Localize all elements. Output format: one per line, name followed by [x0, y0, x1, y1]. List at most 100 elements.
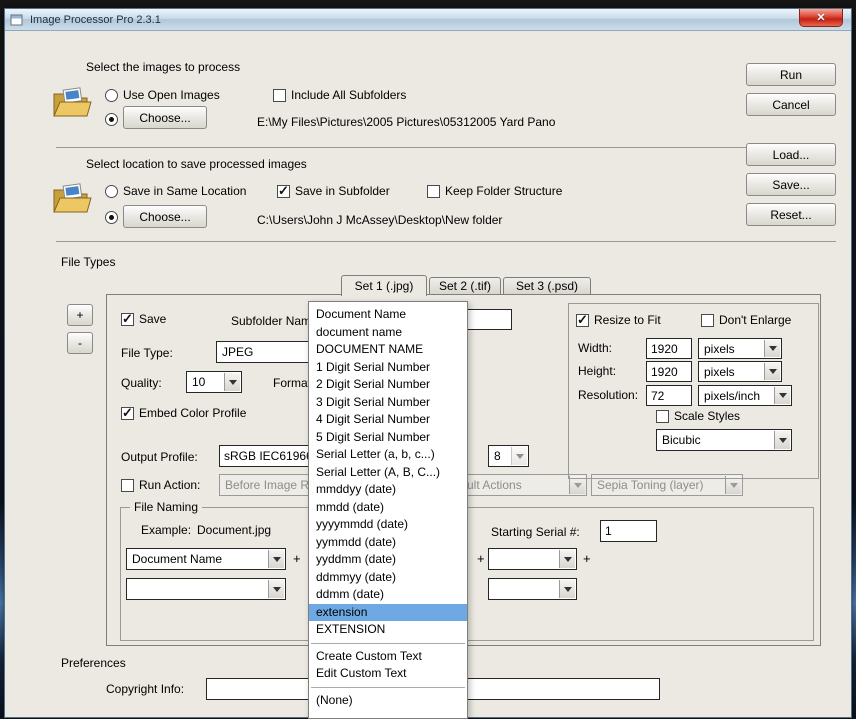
chevron-down-icon[interactable]: [774, 431, 790, 449]
cancel-button[interactable]: Cancel: [746, 93, 836, 116]
tab-set3-psd[interactable]: Set 3 (.psd): [503, 277, 591, 295]
width-label: Width:: [578, 341, 613, 355]
menu-item[interactable]: document name: [309, 324, 467, 342]
resolution-unit-dropdown[interactable]: pixels/inch: [698, 385, 792, 406]
starting-serial-input[interactable]: 1: [600, 520, 657, 542]
naming-plus: +: [293, 551, 301, 566]
menu-item[interactable]: (None): [309, 692, 467, 710]
chevron-down-icon[interactable]: [764, 363, 780, 380]
run-button[interactable]: Run: [746, 63, 836, 86]
save-settings-button[interactable]: Save...: [746, 173, 836, 196]
chevron-down-icon[interactable]: [559, 550, 575, 568]
menu-item[interactable]: yymmdd (date): [309, 534, 467, 552]
naming-plus: +: [477, 551, 485, 566]
copyright-label: Copyright Info:: [106, 682, 185, 696]
save-file-checkbox[interactable]: [121, 311, 134, 327]
height-input[interactable]: 1920: [646, 361, 692, 382]
resolution-input[interactable]: 72: [646, 385, 692, 406]
resolution-unit-value: pixels/inch: [704, 388, 761, 403]
add-set-button[interactable]: +: [67, 304, 93, 326]
chevron-down-icon[interactable]: [268, 580, 284, 598]
width-input[interactable]: 1920: [646, 338, 692, 359]
dont-enlarge-checkbox[interactable]: [701, 314, 714, 327]
menu-separator: [311, 642, 465, 644]
source-heading: Select the images to process: [86, 60, 241, 74]
include-all-subfolders-checkbox[interactable]: [273, 89, 286, 102]
resize-to-fit-label[interactable]: Resize to Fit: [594, 313, 661, 327]
use-open-images-label[interactable]: Use Open Images: [123, 88, 220, 102]
naming-field-3-dropdown[interactable]: [488, 548, 577, 570]
naming-field-1-dropdown[interactable]: Document Name: [126, 548, 286, 570]
naming-field-4-dropdown[interactable]: [126, 578, 286, 600]
keep-folder-structure-label[interactable]: Keep Folder Structure: [445, 184, 562, 198]
scale-styles-checkbox[interactable]: [656, 410, 669, 423]
title-bar[interactable]: Image Processor Pro 2.3.1: [5, 9, 851, 31]
menu-item[interactable]: 5 Digit Serial Number: [309, 429, 467, 447]
dont-enlarge-label[interactable]: Don't Enlarge: [719, 313, 791, 327]
menu-item[interactable]: ddmm (date): [309, 586, 467, 604]
choose-destination-radio[interactable]: [105, 211, 118, 224]
choose-source-radio[interactable]: [105, 113, 118, 126]
bit-depth-dropdown[interactable]: 8: [488, 445, 529, 467]
scale-styles-label[interactable]: Scale Styles: [674, 409, 740, 423]
remove-set-button[interactable]: -: [67, 332, 93, 354]
naming-menu: Document Name document name DOCUMENT NAME 1…: [308, 301, 468, 719]
naming-field-6-dropdown[interactable]: [488, 578, 577, 600]
menu-item[interactable]: 1 Digit Serial Number: [309, 359, 467, 377]
run-action-label[interactable]: Run Action:: [139, 478, 200, 492]
load-button[interactable]: Load...: [746, 143, 836, 166]
width-unit-value: pixels: [704, 341, 735, 356]
choose-destination-button[interactable]: Choose...: [123, 205, 207, 228]
file-types-heading: File Types: [61, 255, 116, 269]
chevron-down-icon[interactable]: [268, 550, 284, 568]
chevron-down-icon[interactable]: [511, 447, 527, 465]
menu-item[interactable]: 3 Digit Serial Number: [309, 394, 467, 412]
save-file-label[interactable]: Save: [139, 312, 166, 326]
save-same-location-label[interactable]: Save in Same Location: [123, 184, 246, 198]
menu-item[interactable]: DOCUMENT NAME: [309, 341, 467, 359]
reset-button[interactable]: Reset...: [746, 203, 836, 226]
menu-item[interactable]: mmddyy (date): [309, 481, 467, 499]
menu-item[interactable]: Edit Custom Text: [309, 665, 467, 683]
tab-set1-jpg[interactable]: Set 1 (.jpg): [341, 275, 427, 296]
menu-item[interactable]: Document Name: [309, 306, 467, 324]
window-title: Image Processor Pro 2.3.1: [30, 13, 161, 26]
menu-item[interactable]: EXTENSION: [309, 621, 467, 639]
menu-item[interactable]: mmdd (date): [309, 499, 467, 517]
close-button[interactable]: ✕: [799, 9, 843, 27]
chevron-down-icon[interactable]: [774, 387, 790, 404]
output-profile-label: Output Profile:: [121, 450, 198, 464]
menu-item[interactable]: extension: [309, 603, 467, 621]
resolution-label: Resolution:: [578, 388, 639, 402]
menu-item[interactable]: yyyymmdd (date): [309, 516, 467, 534]
separator-line: [56, 147, 836, 148]
run-action-checkbox[interactable]: [121, 479, 134, 492]
chevron-down-icon[interactable]: [559, 580, 575, 598]
menu-item[interactable]: ddmmyy (date): [309, 569, 467, 587]
choose-source-button[interactable]: Choose...: [123, 106, 207, 129]
tab-set2-tif[interactable]: Set 2 (.tif): [429, 277, 501, 295]
width-unit-dropdown[interactable]: pixels: [698, 338, 782, 359]
menu-item[interactable]: Serial Letter (a, b, c...): [309, 446, 467, 464]
embed-color-profile-label[interactable]: Embed Color Profile: [139, 406, 246, 420]
image-processor-dialog: Image Processor Pro 2.3.1 ✕ Select the i…: [4, 8, 852, 719]
include-all-subfolders-label[interactable]: Include All Subfolders: [291, 88, 406, 102]
menu-item[interactable]: 2 Digit Serial Number: [309, 376, 467, 394]
quality-dropdown[interactable]: 10: [186, 371, 242, 393]
menu-item[interactable]: Create Custom Text: [309, 648, 467, 666]
embed-color-profile-checkbox[interactable]: [121, 405, 134, 421]
keep-folder-structure-checkbox[interactable]: [427, 185, 440, 198]
resize-to-fit-checkbox[interactable]: [576, 312, 589, 328]
menu-item[interactable]: Serial Letter (A, B, C...): [309, 464, 467, 482]
save-in-subfolder-checkbox[interactable]: [277, 183, 290, 199]
menu-item[interactable]: yyddmm (date): [309, 551, 467, 569]
height-unit-dropdown[interactable]: pixels: [698, 361, 782, 382]
chevron-down-icon[interactable]: [224, 373, 240, 391]
menu-item[interactable]: 4 Digit Serial Number: [309, 411, 467, 429]
interpolation-dropdown[interactable]: Bicubic: [656, 429, 792, 451]
save-in-subfolder-label[interactable]: Save in Subfolder: [295, 184, 390, 198]
save-same-location-radio[interactable]: [105, 185, 118, 198]
use-open-images-radio[interactable]: [105, 89, 118, 102]
chevron-down-icon[interactable]: [764, 340, 780, 357]
height-label: Height:: [578, 364, 617, 378]
